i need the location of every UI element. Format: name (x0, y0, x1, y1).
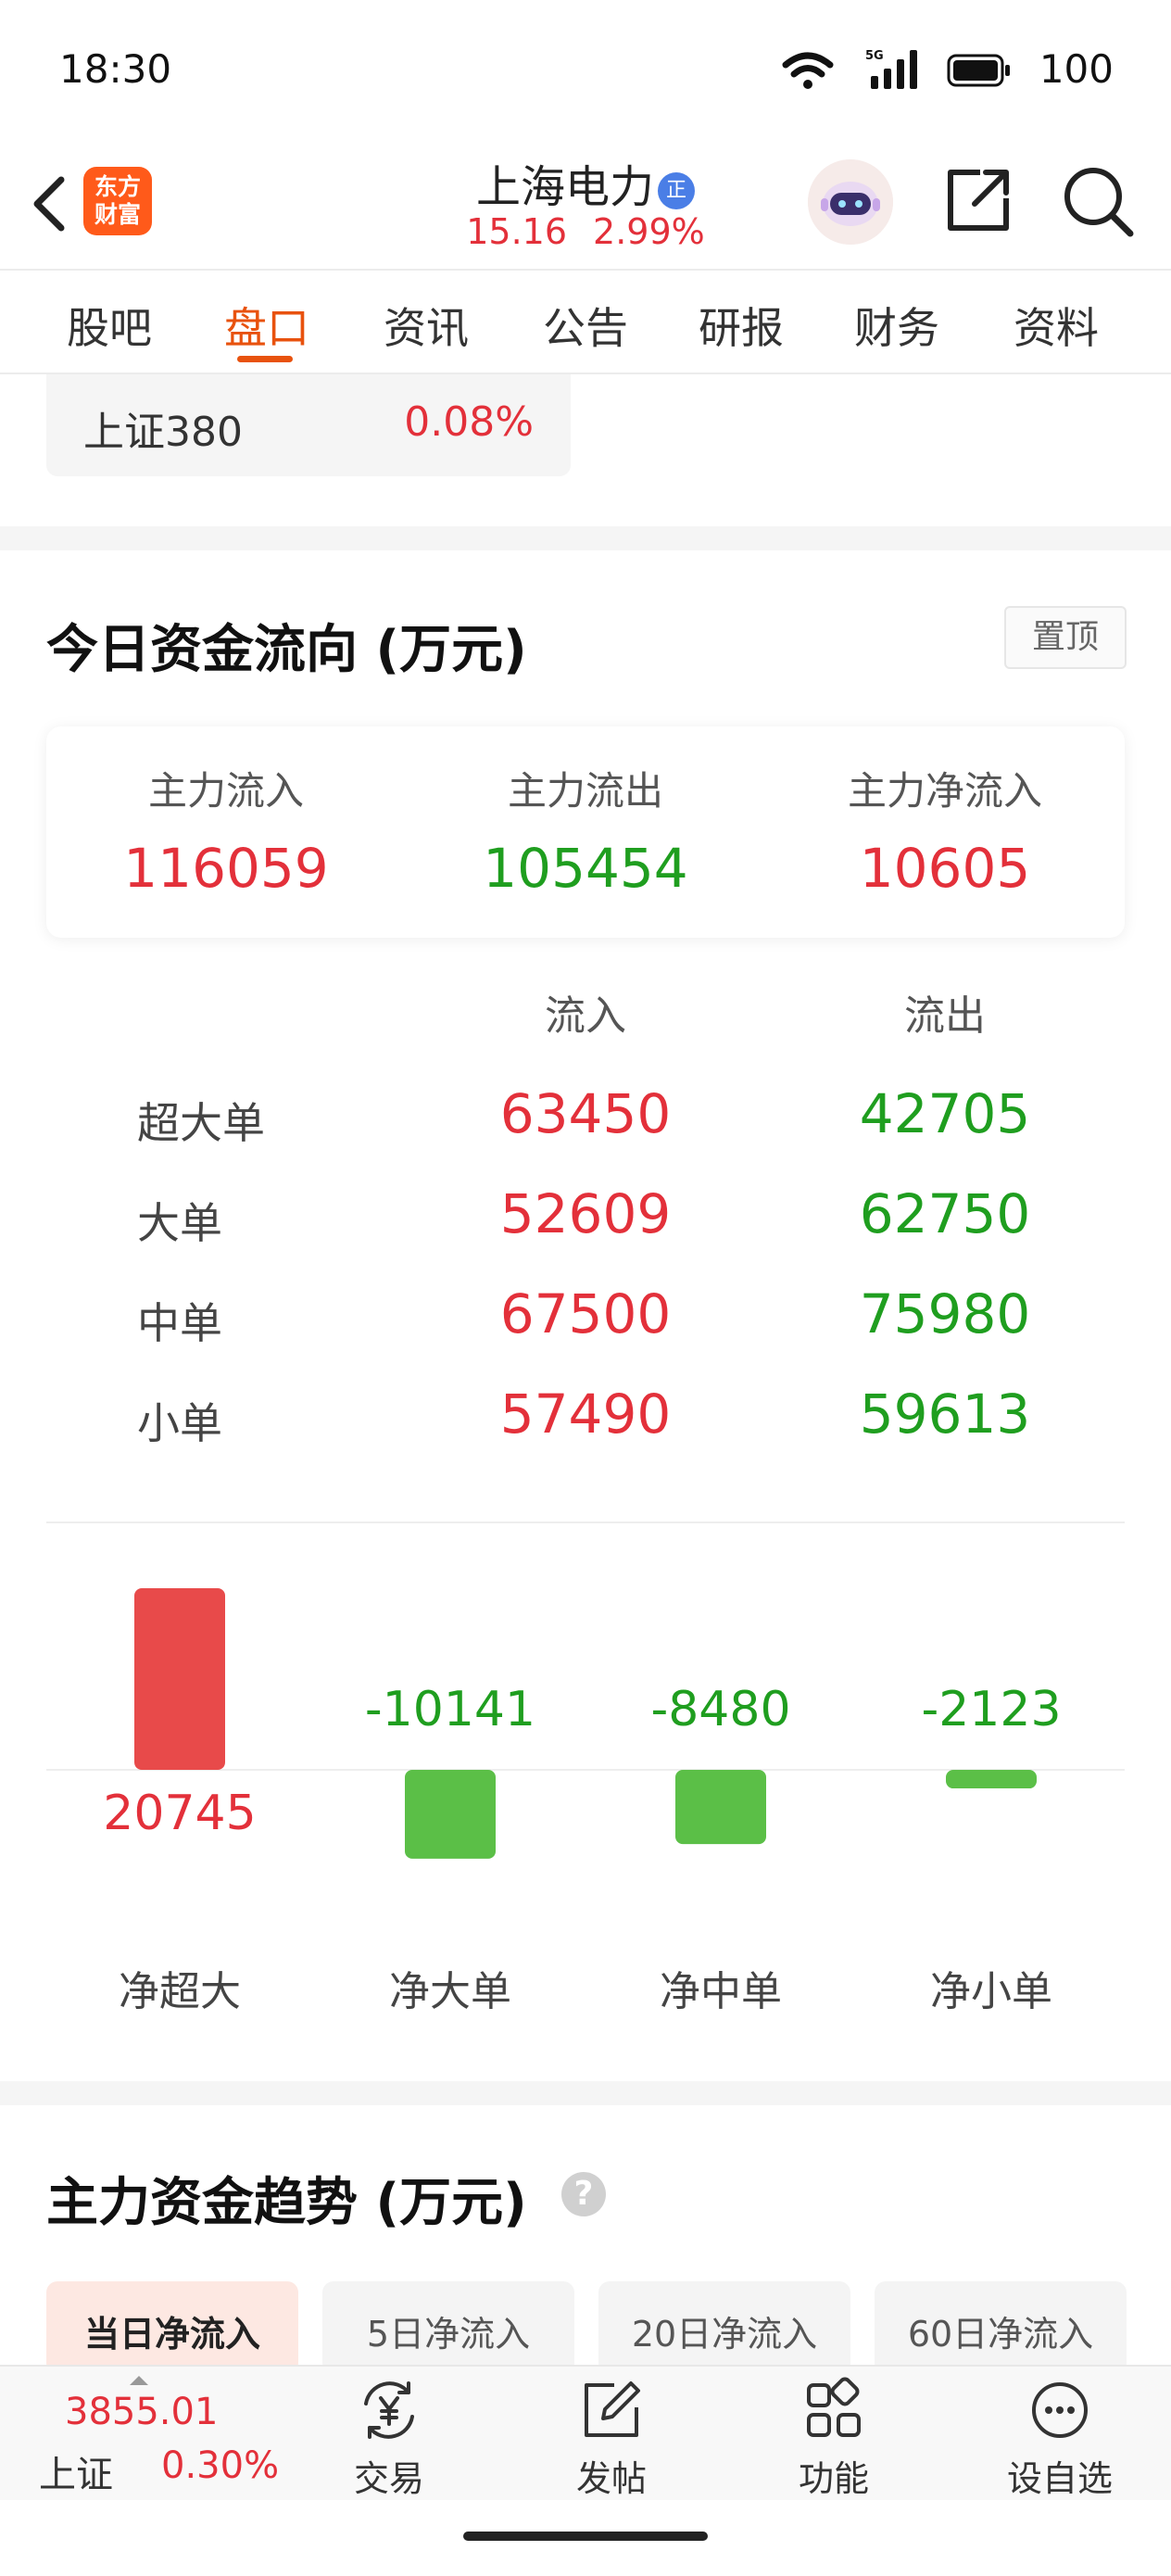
row-outflow: 62750 (859, 1182, 1031, 1245)
assistant-robot-icon[interactable] (808, 159, 893, 245)
tab-profile[interactable]: 资料 (1014, 295, 1099, 356)
summary-label: 主力流入 (147, 768, 304, 814)
section-divider (0, 526, 1171, 550)
col-header-outflow: 流出 (904, 992, 986, 1040)
trade-label: 交易 (353, 2458, 424, 2499)
row-outflow: 59613 (859, 1383, 1031, 1446)
row-outflow: 42705 (859, 1082, 1031, 1145)
tab-finance[interactable]: 财务 (854, 295, 939, 356)
yen-refresh-icon (364, 2381, 414, 2439)
status-time: 18:30 (59, 46, 172, 92)
more-icon (1032, 2382, 1088, 2438)
post-button[interactable]: 发帖 (547, 2376, 676, 2499)
trade-button[interactable]: 交易 (324, 2376, 454, 2499)
post-label: 发帖 (575, 2458, 647, 2499)
add-watchlist-label: 设自选 (1006, 2458, 1113, 2499)
chart-value-label: -10141 (365, 1682, 535, 1737)
row-inflow: 52609 (499, 1182, 672, 1245)
status-bar: 18:30 5G 100 (0, 0, 1171, 139)
index-chip-name: 上证380 (83, 409, 243, 456)
stock-name: 上海电力 (475, 161, 654, 213)
tab-pankou[interactable]: 盘口 (224, 295, 309, 356)
add-watchlist-button[interactable]: 设自选 (995, 2376, 1125, 2499)
net-flow-bar-chart: 20745 净超大 -10141 净大单 -8480 净中单 -2123 净小单 (46, 1588, 1125, 2015)
network-label: 5G (865, 49, 884, 63)
chart-value-label: -8480 (650, 1682, 790, 1737)
active-tab-indicator (237, 356, 293, 362)
status-icons: 5G 100 (782, 44, 1171, 96)
battery-level: 100 (1039, 46, 1114, 92)
chart-category-label: 净大单 (389, 1968, 511, 2015)
chart-value-label: -2123 (921, 1682, 1061, 1737)
summary-label: 主力净流入 (847, 768, 1042, 814)
home-indicator[interactable] (463, 2532, 708, 2541)
summary-net-inflow: 主力净流入 10605 (765, 760, 1125, 900)
wifi-icon (782, 52, 834, 89)
chart-bar (946, 1770, 1037, 1789)
functions-button[interactable]: 功能 (769, 2376, 899, 2499)
share-icon[interactable] (943, 165, 1014, 235)
summary-outflow: 主力流出 105454 (406, 760, 765, 900)
chart-bar (134, 1588, 225, 1770)
row-label: 超大单 (137, 1098, 265, 1148)
chart-bar (405, 1770, 496, 1859)
chart-category-label: 净中单 (660, 1968, 782, 2015)
chart-category-label: 净小单 (930, 1968, 1052, 2015)
row-label: 大单 (137, 1198, 222, 1248)
caret-up-icon[interactable] (130, 2376, 148, 2385)
chart-divider (46, 1522, 1125, 1523)
bottom-index-name[interactable]: 上证 (39, 2444, 113, 2498)
summary-value: 10605 (859, 837, 1031, 900)
bottom-toolbar: 3855.01 上证 0.30% 交易 发帖 功能 设自选 (0, 2365, 1171, 2500)
section-divider (0, 2081, 1171, 2105)
row-label: 小单 (137, 1398, 222, 1448)
bottom-index-pct[interactable]: 0.30% (161, 2444, 279, 2487)
row-inflow: 63450 (499, 1082, 672, 1145)
tab-announcements[interactable]: 公告 (543, 295, 628, 356)
summary-inflow: 主力流入 116059 (46, 760, 406, 900)
chart-bar (675, 1770, 766, 1845)
search-icon[interactable] (1062, 165, 1136, 239)
summary-value: 105454 (483, 837, 688, 900)
row-outflow: 75980 (859, 1282, 1031, 1345)
trend-tab-60d[interactable]: 60日净流入 (875, 2281, 1127, 2374)
battery-icon (947, 54, 1010, 87)
chart-category-label: 净超大 (119, 1968, 241, 2015)
summary-label: 主力流出 (507, 768, 663, 814)
col-header-inflow: 流入 (545, 992, 626, 1040)
row-label: 中单 (137, 1298, 222, 1348)
tab-news[interactable]: 资讯 (384, 295, 469, 356)
pin-to-top-button[interactable]: 置顶 (1004, 606, 1127, 669)
bottom-index-value[interactable]: 3855.01 (65, 2391, 218, 2433)
stock-price: 15.16 (466, 211, 568, 252)
row-inflow: 67500 (499, 1282, 672, 1345)
tab-bar: 股吧 盘口 资讯 公告 研报 财务 资料 (0, 269, 1171, 374)
trend-tab-today[interactable]: 当日净流入 (46, 2281, 298, 2374)
stock-header: 东方 财富 上海电力正 15.16 2.99% (0, 139, 1171, 269)
main-fund-summary: 主力流入 116059 主力流出 105454 主力净流入 10605 (46, 726, 1125, 938)
functions-label: 功能 (798, 2458, 869, 2499)
trend-tab-20d[interactable]: 20日净流入 (598, 2281, 850, 2374)
fund-flow-title: 今日资金流向 (万元) (46, 620, 527, 680)
grid-icon (807, 2377, 861, 2437)
related-index-chip[interactable]: 上证380 0.08% (46, 374, 571, 476)
cellular-signal-icon: 5G (865, 49, 917, 89)
row-inflow: 57490 (499, 1383, 672, 1446)
trend-title: 主力资金趋势 (万元) (46, 2173, 527, 2233)
index-chip-pct: 0.08% (404, 398, 534, 446)
chart-value-label: 20745 (103, 1786, 256, 1841)
official-badge-icon: 正 (658, 172, 695, 209)
help-icon[interactable]: ? (561, 2172, 606, 2216)
tab-guba[interactable]: 股吧 (67, 295, 152, 356)
edit-icon (585, 2381, 640, 2437)
summary-value: 116059 (123, 837, 329, 900)
stock-change-pct: 2.99% (593, 211, 705, 252)
tab-research[interactable]: 研报 (699, 295, 784, 356)
trend-tab-5d[interactable]: 5日净流入 (322, 2281, 574, 2374)
